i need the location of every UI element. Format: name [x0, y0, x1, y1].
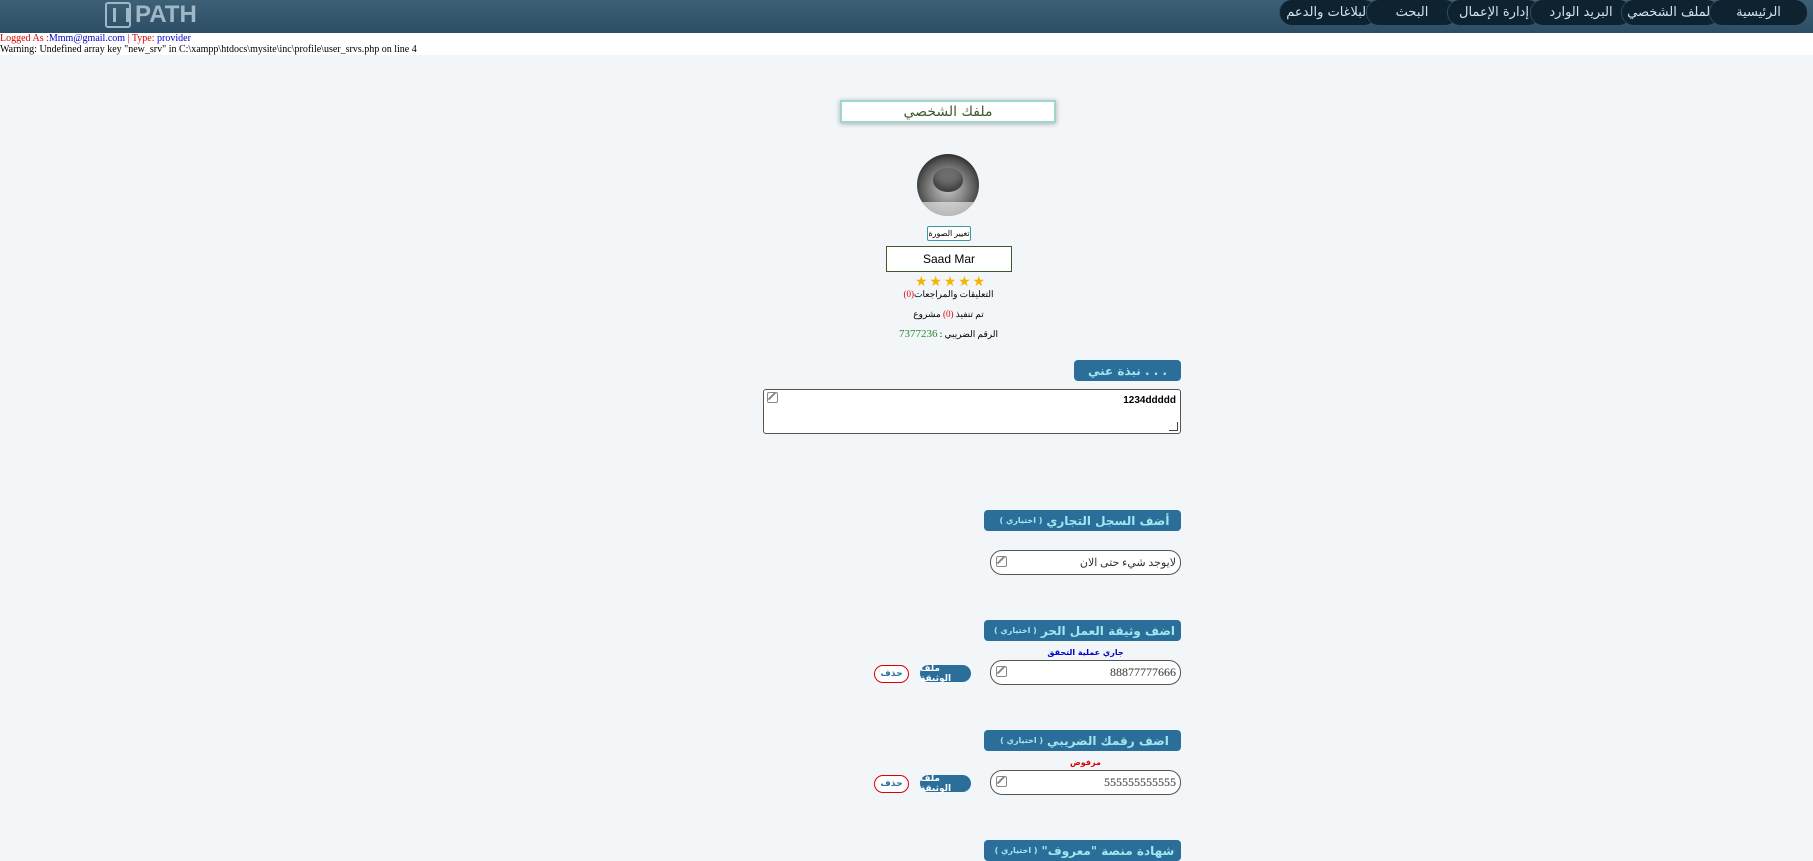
nav-search[interactable]: البحث	[1367, 0, 1457, 25]
edit-icon[interactable]	[767, 392, 778, 403]
verification-status: جاري عملية التحقق	[1047, 648, 1124, 657]
rating-stars: ★ ★ ★ ★ ★	[915, 274, 985, 290]
star-icon: ★	[915, 274, 928, 290]
nav-reports-support[interactable]: البلاغات والدعم	[1280, 0, 1376, 25]
add-freelance-document-button[interactable]: اضف وثيقة العمل الحر ( اختياري )	[984, 620, 1181, 641]
nav-profile[interactable]: الملف الشخصي	[1622, 0, 1719, 25]
edit-icon[interactable]	[996, 556, 1007, 567]
tax-line: الرقم الضريبي : 7377236	[800, 328, 1097, 340]
change-photo-button[interactable]: تغيير الصورة	[927, 226, 971, 241]
path-logo[interactable]: PATH	[105, 0, 197, 30]
user-type: provider	[157, 33, 191, 44]
projects-prefix: تم تنفيذ	[955, 309, 984, 319]
logged-as-label: Logged As :	[0, 33, 49, 44]
edit-icon[interactable]	[996, 776, 1007, 787]
optional-label: ( اختياري )	[1000, 736, 1044, 745]
freelance-document-field[interactable]: 88877777666	[990, 660, 1181, 685]
optional-label: ( اختياري )	[993, 626, 1037, 635]
nav-home[interactable]: الرئيسية	[1710, 0, 1807, 25]
field-value: لايوجد شيء حتى الان	[1079, 557, 1176, 569]
commercial-register-field[interactable]: لايوجد شيء حتى الان	[990, 550, 1181, 575]
projects-suffix: مشروع	[913, 309, 941, 319]
login-status: Logged As :Mmm@gmail.com | Type: provide…	[0, 33, 1813, 44]
maroof-certificate-button[interactable]: شهادة منصة "معروف" ( اختياري )	[984, 840, 1181, 861]
nav-inbox[interactable]: البريد الوارد	[1531, 0, 1631, 25]
section-title: شهادة منصة "معروف"	[1041, 843, 1175, 858]
document-file-button[interactable]: ملف الوثيقة	[920, 774, 971, 794]
optional-label: ( اختياري )	[999, 516, 1043, 525]
avatar	[917, 154, 979, 216]
edit-icon[interactable]	[996, 666, 1007, 677]
separator: |	[125, 33, 132, 44]
add-tax-number-button[interactable]: اضف رقمك الضريبي ( اختياري )	[984, 730, 1181, 751]
star-icon: ★	[943, 274, 957, 290]
main-nav: الرئيسية الملف الشخصي البريد الوارد إدار…	[1280, 0, 1807, 25]
field-value: 88877777666	[1110, 665, 1176, 679]
document-file-button[interactable]: ملف الوثيقة	[920, 664, 971, 684]
top-navigation-bar: PATH الرئيسية الملف الشخصي البريد الوارد…	[0, 0, 1813, 34]
reviews-line: التعليقات والمراجعات(0)	[800, 289, 1097, 300]
tax-label: الرقم الضريبي :	[937, 329, 998, 339]
star-icon: ★	[972, 274, 985, 290]
page-title: ملفك الشخصي	[840, 100, 1056, 123]
about-me-button[interactable]: نبذة عني . . .	[1074, 360, 1181, 381]
resize-handle-icon[interactable]	[1169, 422, 1178, 431]
tax-value: 7377236	[899, 328, 938, 340]
reviews-count: (0)	[903, 289, 915, 299]
rejected-status: مرفوض	[1070, 758, 1101, 767]
section-title: اضف رقمك الضريبي	[1047, 733, 1169, 748]
add-commercial-register-button[interactable]: أضف السجل التجاري ( اختياري )	[984, 510, 1181, 531]
delete-button[interactable]: حذف	[874, 665, 909, 683]
type-label: Type:	[131, 33, 158, 44]
user-name: Saad Mar	[886, 246, 1012, 272]
projects-line: تم تنفيذ (0) مشروع	[800, 309, 1097, 320]
delete-button[interactable]: حذف	[874, 775, 909, 793]
nav-business-management[interactable]: إدارة الإعمال	[1448, 0, 1540, 25]
reviews-label: التعليقات والمراجعات	[914, 289, 994, 299]
about-me-textarea[interactable]: 1234ddddd	[763, 389, 1181, 434]
user-email: Mmm@gmail.com	[48, 33, 126, 44]
section-title: اضف وثيقة العمل الحر	[1040, 623, 1176, 638]
tax-number-field[interactable]: 555555555555	[990, 770, 1181, 795]
logo-mark-icon	[105, 2, 131, 28]
projects-count: (0)	[943, 309, 954, 319]
section-title: أضف السجل التجاري	[1046, 513, 1170, 528]
field-value: 555555555555	[1104, 775, 1176, 789]
star-icon: ★	[929, 274, 942, 290]
logo-text: PATH	[135, 1, 197, 28]
about-me-text: 1234ddddd	[1123, 395, 1176, 406]
star-icon: ★	[958, 274, 971, 290]
php-warning: Warning: Undefined array key "new_srv" i…	[0, 44, 1813, 55]
